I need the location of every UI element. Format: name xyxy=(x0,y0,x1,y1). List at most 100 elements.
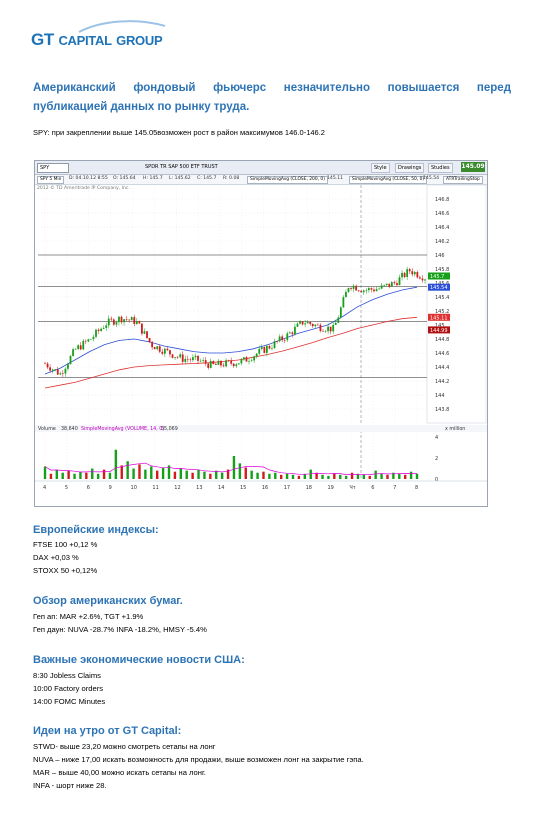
candle-body xyxy=(240,359,243,364)
volume-bar xyxy=(327,475,330,479)
candle-body xyxy=(418,277,421,279)
style-button[interactable]: Style xyxy=(371,163,390,173)
candle-body xyxy=(174,357,176,358)
candle-body xyxy=(352,285,355,289)
volume-bar xyxy=(209,473,212,479)
sma200-chip[interactable]: SimpleMovingAvg (CLOSE, 200, 0) xyxy=(247,176,328,184)
price-badge xyxy=(428,326,450,334)
candle-body xyxy=(342,297,345,308)
candle-body xyxy=(288,332,291,334)
us-stocks-title: Обзор американских бумаг. xyxy=(33,595,183,607)
volume-bar xyxy=(120,465,123,479)
chart-info-bar: SPY 5 Min D: 04.10.12 8:55 O: 145.64 H: … xyxy=(35,175,487,185)
candle-body xyxy=(380,285,383,289)
y-tick-label: 146.6 xyxy=(435,211,449,217)
candle-body xyxy=(299,321,301,324)
volume-bar xyxy=(279,474,283,479)
candle-body xyxy=(69,355,72,365)
candle-body xyxy=(355,285,358,291)
ideas-line: INFA - шорт ниже 28. xyxy=(33,781,107,790)
candle-body xyxy=(92,336,95,340)
candle-body xyxy=(146,331,148,338)
candle-body xyxy=(385,283,388,285)
volume-bar xyxy=(155,470,159,479)
studies-button[interactable]: Studies xyxy=(428,163,453,173)
volume-bar xyxy=(49,473,53,479)
price-badge-label: 145.7 xyxy=(430,274,444,280)
candle-body xyxy=(413,271,416,275)
candle-body xyxy=(232,363,235,367)
sma50-value: 145.54 xyxy=(423,176,440,181)
candle-body xyxy=(291,332,294,335)
company-logo: GT Capital Group xyxy=(31,20,171,54)
europe-line: DAX +0,03 % xyxy=(33,553,79,562)
volume-bar xyxy=(203,471,206,479)
volume-bar xyxy=(303,473,307,479)
candle-body xyxy=(253,356,256,361)
candle-body xyxy=(158,346,161,352)
logo-gt: GT xyxy=(31,30,55,49)
volume-bar xyxy=(291,474,295,479)
volume-bar xyxy=(315,472,318,479)
atr-chip[interactable]: ATRTrailingStop xyxy=(443,176,483,184)
y-tick-label: 146 xyxy=(435,253,445,259)
candle-body xyxy=(396,283,398,286)
x-tick-label: 8 xyxy=(415,485,418,491)
candle-body xyxy=(324,331,327,332)
candle-body xyxy=(138,321,141,324)
volume-avg-line xyxy=(44,462,417,475)
candle-body xyxy=(194,355,197,358)
volume-bar xyxy=(356,473,360,479)
x-tick-label: 15 xyxy=(240,485,246,491)
ideas-line: STWD- выше 23,20 можно смотреть сетапы н… xyxy=(33,742,216,751)
candle-body xyxy=(148,337,151,342)
x-tick-label: 10 xyxy=(131,485,137,491)
sma50-chip[interactable]: SimpleMovingAvg (CLOSE, 50, 0) xyxy=(349,176,428,184)
volume-unit: x million xyxy=(445,426,465,432)
volume-bar xyxy=(333,473,336,479)
candle-body xyxy=(217,360,220,365)
drawings-button[interactable]: Drawings xyxy=(395,163,425,173)
interval-chip[interactable]: SPY 5 Min xyxy=(37,176,65,184)
info-high: H: 145.7 xyxy=(143,176,163,181)
candle-body xyxy=(141,323,143,334)
candle-body xyxy=(161,351,164,354)
info-close: C: 145.7 xyxy=(197,176,217,181)
candle-body xyxy=(44,363,46,365)
candle-body xyxy=(347,288,350,292)
candle-body xyxy=(258,348,261,354)
volume-tick-label: 0 xyxy=(435,477,438,483)
candle-body xyxy=(237,363,240,365)
candle-body xyxy=(72,349,74,356)
candle-body xyxy=(118,316,120,323)
headline: Американский фондовый фьючерс незначител… xyxy=(33,82,511,113)
chart-copyright: 2012 © TD Ameritrade IP Company, Inc. xyxy=(37,186,130,191)
volume-bar xyxy=(350,472,354,479)
candle-body xyxy=(367,288,370,291)
candle-body xyxy=(225,360,227,367)
candle-body xyxy=(309,321,312,325)
candle-body xyxy=(87,339,90,342)
candle-body xyxy=(294,326,296,335)
volume-bar xyxy=(43,466,47,479)
x-tick-label: 11 xyxy=(152,485,158,491)
volume-avg-label: SimpleMovingAvg (VOLUME, 14, 0) xyxy=(81,426,164,432)
candle-body xyxy=(130,317,133,321)
candle-body xyxy=(79,345,82,350)
candle-body xyxy=(357,290,360,292)
logo-wordmark: GT Capital Group xyxy=(31,30,163,50)
symbol-input[interactable]: SPY xyxy=(37,163,69,173)
candle-body xyxy=(319,324,322,331)
x-tick-label: 19 xyxy=(327,485,333,491)
candle-body xyxy=(276,341,278,342)
volume-label: Volume xyxy=(38,426,56,432)
candle-body xyxy=(408,269,411,272)
candle-body xyxy=(54,369,57,370)
candle-body xyxy=(421,278,424,281)
candle-body xyxy=(393,282,396,284)
volume-bar xyxy=(238,463,242,479)
x-tick-label: 16 xyxy=(262,485,268,491)
candle-body xyxy=(105,325,108,328)
candle-body xyxy=(189,359,192,361)
price-badge-label: 145.11 xyxy=(430,315,448,321)
